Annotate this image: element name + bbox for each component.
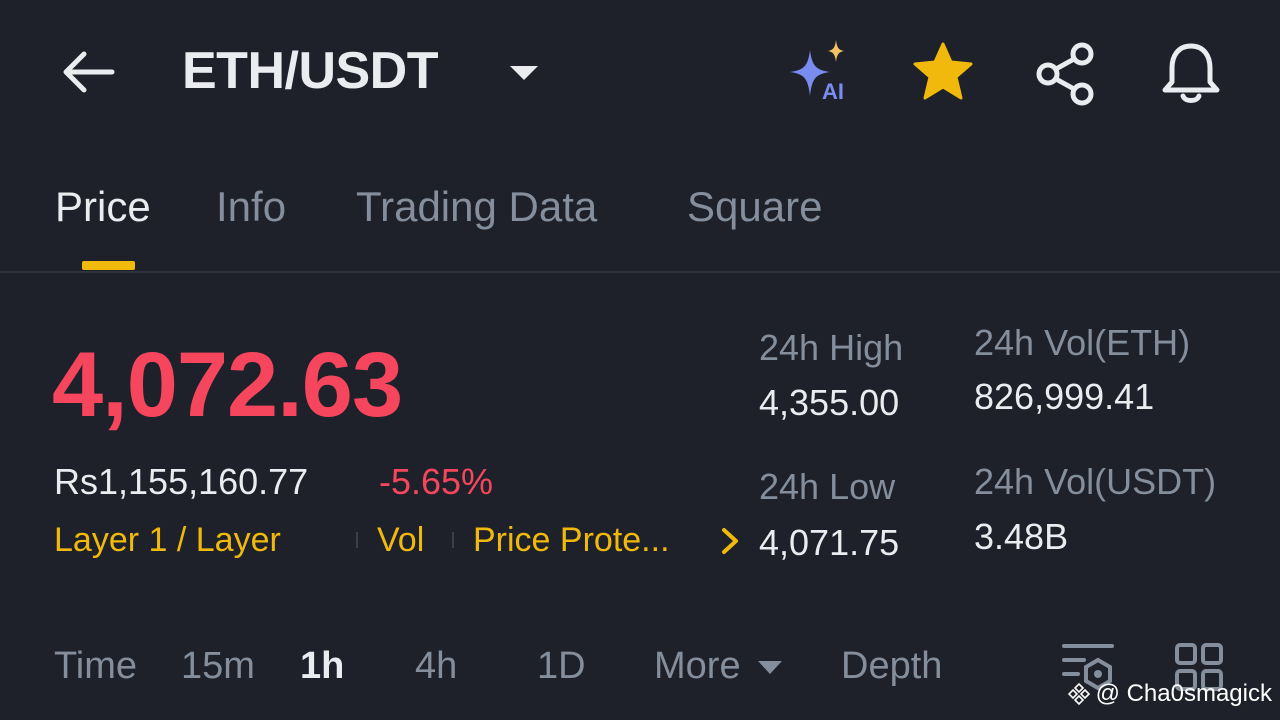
fiat-price: Rs1,155,160.77 bbox=[54, 461, 309, 502]
arrow-left-icon bbox=[63, 51, 115, 93]
tag-separator bbox=[356, 532, 358, 548]
stat-high-label: 24h High bbox=[759, 327, 904, 368]
share-button[interactable] bbox=[1034, 42, 1098, 106]
interval-1d[interactable]: 1D bbox=[537, 640, 586, 692]
stat-vol-eth-value: 826,999.41 bbox=[974, 376, 1155, 417]
tab-trading-data[interactable]: Trading Data bbox=[356, 182, 597, 232]
stat-high-value: 4,355.00 bbox=[759, 382, 900, 423]
stat-vol-usdt-label: 24h Vol(USDT) bbox=[974, 461, 1217, 502]
watermark-text: @ Cha0smagick bbox=[1095, 680, 1272, 707]
interval-1h[interactable]: 1h bbox=[300, 640, 344, 692]
bell-icon bbox=[1162, 43, 1220, 103]
watermark: @ Cha0smagick bbox=[1067, 678, 1272, 710]
tag-price-protection[interactable]: Price Prote... bbox=[473, 518, 670, 562]
star-icon bbox=[913, 42, 973, 100]
stat-low-label: 24h Low bbox=[759, 466, 896, 507]
pair-title[interactable]: ETH/USDT bbox=[182, 38, 439, 104]
interval-more-label: More bbox=[654, 645, 741, 687]
ai-button[interactable]: AI bbox=[786, 40, 858, 106]
tab-bar: Price Info Trading Data Square bbox=[0, 176, 1280, 272]
tag-layer[interactable]: Layer 1 / Layer bbox=[54, 518, 281, 562]
active-tab-indicator bbox=[82, 261, 135, 270]
share-icon bbox=[1036, 42, 1094, 106]
stat-low-value: 4,071.75 bbox=[759, 522, 900, 563]
alert-button[interactable] bbox=[1160, 40, 1222, 106]
tags-more-button[interactable] bbox=[718, 526, 742, 556]
favorite-button[interactable] bbox=[910, 40, 976, 106]
tag-vol[interactable]: Vol bbox=[377, 518, 424, 562]
interval-time[interactable]: Time bbox=[54, 640, 137, 692]
interval-15m[interactable]: 15m bbox=[181, 640, 255, 692]
tab-square[interactable]: Square bbox=[687, 182, 822, 232]
price-change-percent: -5.65% bbox=[379, 461, 494, 502]
caret-down-icon bbox=[758, 660, 783, 674]
tab-divider bbox=[0, 271, 1280, 273]
pair-dropdown-button[interactable] bbox=[508, 64, 540, 82]
binance-logo-icon bbox=[1067, 683, 1090, 705]
caret-down-icon bbox=[510, 66, 538, 80]
tab-info[interactable]: Info bbox=[216, 182, 286, 232]
interval-more[interactable]: More bbox=[654, 640, 783, 692]
tag-separator bbox=[452, 532, 454, 548]
stat-vol-usdt-value: 3.48B bbox=[974, 516, 1069, 557]
last-price: 4,072.63 bbox=[52, 334, 403, 436]
tab-price[interactable]: Price bbox=[55, 182, 151, 232]
stat-vol-eth-label: 24h Vol(ETH) bbox=[974, 322, 1191, 363]
ai-label: AI bbox=[822, 79, 844, 104]
interval-depth[interactable]: Depth bbox=[841, 640, 942, 692]
chevron-right-icon bbox=[722, 528, 738, 554]
back-button[interactable] bbox=[58, 46, 118, 98]
interval-4h[interactable]: 4h bbox=[415, 640, 457, 692]
